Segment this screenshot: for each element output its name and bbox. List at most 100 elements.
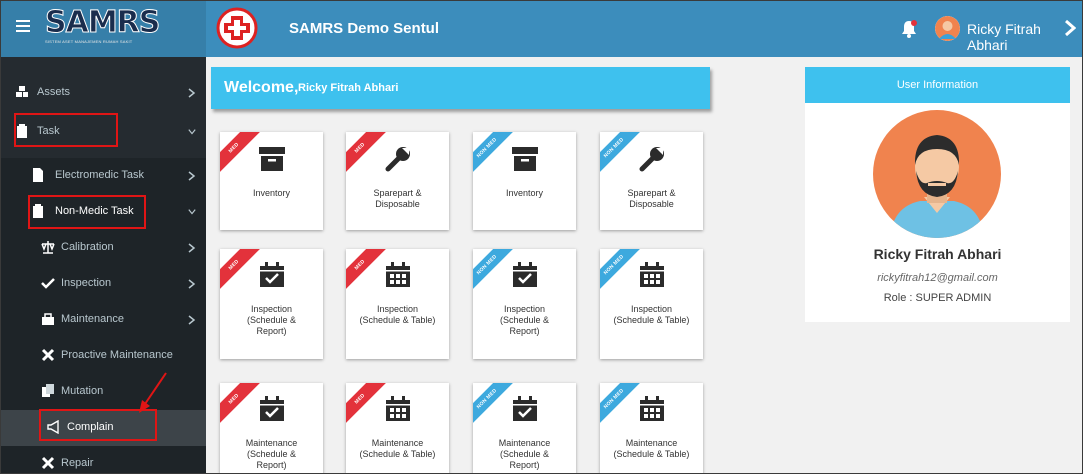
task-tile-label-line: (Schedule & [246, 449, 297, 459]
hamburger-menu-icon[interactable] [16, 20, 30, 34]
task-tile[interactable]: NON MED Maintenance (Schedule & Report) [473, 383, 576, 473]
task-tile-label-line: Inspection [630, 304, 673, 314]
chevron-down-icon [188, 209, 196, 215]
task-tile-label: Sparepart & Disposable [602, 188, 701, 210]
task-tile[interactable]: MED Inspection (Schedule & Table) [346, 249, 449, 359]
file-icon [33, 168, 43, 182]
sidebar: Assets Task Electromedic Task Non-Medic … [1, 57, 206, 473]
task-tile-label-line: (Schedule & Table) [359, 315, 436, 325]
user-avatar-icon [873, 110, 1001, 238]
task-tile-label-line: (Schedule & Table) [359, 449, 436, 459]
chevron-right-icon[interactable] [1064, 19, 1076, 37]
calendar-check-icon [511, 261, 539, 289]
task-tile-label-line: (Schedule & Table) [613, 449, 690, 459]
task-tile[interactable]: NON MED Inspection (Schedule & Report) [473, 249, 576, 359]
top-navbar: SAMRS SISTEM ASET MANAJEMEN RUMAH SAKIT … [1, 1, 1082, 57]
sidebar-item-mutation[interactable]: Mutation [1, 374, 206, 410]
user-email: rickyfitrah12@gmail.com [877, 272, 998, 284]
chevron-right-icon [188, 279, 196, 289]
task-tile[interactable]: MED Inventory [220, 132, 323, 230]
copy-icon [42, 384, 54, 397]
sidebar-item-label: Proactive Maintenance [61, 349, 173, 361]
task-tile-label: Maintenance (Schedule & Report) [475, 438, 574, 471]
chevron-down-icon [188, 129, 196, 135]
task-tile-label-line: Inspection [250, 304, 293, 314]
hospital-logo-icon [216, 7, 258, 49]
sidebar-item-label: Mutation [61, 385, 104, 397]
task-tile-label-line: Report) [509, 460, 540, 470]
task-tile-label-line: Report) [256, 326, 287, 336]
samrs-logo[interactable]: SAMRS [44, 7, 160, 38]
app-title: SAMRS Demo Sentul [289, 20, 440, 37]
task-tile-label-line: Inventory [505, 188, 544, 198]
sidebar-item-assets[interactable]: Assets [1, 75, 206, 111]
sidebar-item-inspection[interactable]: Inspection [1, 266, 206, 302]
task-tile-label-line: Report) [256, 460, 287, 470]
highlight-task [14, 113, 118, 147]
task-tile-label-line: Report) [509, 326, 540, 336]
toolbox-icon [42, 313, 54, 325]
task-tile-label-line: (Schedule & [499, 449, 550, 459]
task-tile-label-line: Disposable [375, 199, 420, 209]
task-tile[interactable]: NON MED Sparepart & Disposable [600, 132, 703, 230]
brand-area: SAMRS SISTEM ASET MANAJEMEN RUMAH SAKIT [1, 1, 206, 57]
chevron-right-icon [188, 88, 196, 98]
highlight-complain [39, 409, 157, 441]
wrench-icon [384, 145, 412, 173]
wrench-icon [638, 145, 666, 173]
archive-box-icon [511, 145, 539, 173]
notification-bell-icon[interactable] [898, 18, 920, 40]
task-tile-label: Inspection (Schedule & Table) [348, 304, 447, 326]
task-tile-label-line: Maintenance [371, 438, 424, 448]
welcome-banner: Welcome, Ricky Fitrah Abhari [211, 67, 710, 109]
tools-icon [41, 348, 55, 362]
highlight-non-medic-task [28, 195, 146, 229]
tools-icon [41, 456, 55, 470]
calendar-check-icon [258, 395, 286, 423]
task-tile[interactable]: MED Sparepart & Disposable [346, 132, 449, 230]
task-tile-label-line: Inspection [503, 304, 546, 314]
sidebar-item-proactive-maintenance[interactable]: Proactive Maintenance [1, 338, 206, 374]
sidebar-item-label: Calibration [61, 241, 114, 253]
calendar-table-icon [384, 261, 412, 289]
task-tile-label-line: (Schedule & [499, 315, 550, 325]
sidebar-item-repair[interactable]: Repair [1, 446, 206, 473]
task-tile-label-line: (Schedule & [246, 315, 297, 325]
task-tile-label: Maintenance (Schedule & Table) [602, 438, 701, 460]
app-window: SAMRS SISTEM ASET MANAJEMEN RUMAH SAKIT … [0, 0, 1083, 474]
sidebar-item-calibration[interactable]: Calibration [1, 230, 206, 266]
user-role: Role : SUPER ADMIN [883, 292, 992, 304]
task-tile[interactable]: NON MED Maintenance (Schedule & Table) [600, 383, 703, 473]
task-tile[interactable]: MED Maintenance (Schedule & Table) [346, 383, 449, 473]
user-info-card: User Information Ricky Fitrah Abhari ric… [805, 67, 1070, 322]
calendar-check-icon [511, 395, 539, 423]
chevron-right-icon [188, 171, 196, 181]
task-tile-label-line: Maintenance [498, 438, 551, 448]
sidebar-item-label: Repair [61, 457, 94, 469]
task-tile[interactable]: NON MED Inventory [473, 132, 576, 230]
task-tile-label: Sparepart & Disposable [348, 188, 447, 210]
task-tile-label-line: Inspection [376, 304, 419, 314]
sidebar-item-electromedic-task[interactable]: Electromedic Task [1, 158, 206, 194]
user-avatar-small[interactable] [935, 16, 960, 41]
balance-scale-icon [41, 241, 55, 254]
task-tile-label: Maintenance (Schedule & Table) [348, 438, 447, 460]
cubes-icon [16, 86, 28, 97]
sidebar-item-maintenance[interactable]: Maintenance [1, 302, 206, 338]
sidebar-item-label: Assets [37, 86, 71, 98]
user-avatar-icon [935, 16, 960, 41]
task-tile[interactable]: MED Inspection (Schedule & Report) [220, 249, 323, 359]
user-info-header: User Information [805, 67, 1070, 103]
task-tile-label-line: Maintenance [245, 438, 298, 448]
task-tile-label: Inspection (Schedule & Table) [602, 304, 701, 326]
check-icon [41, 278, 55, 289]
logo-tagline: SISTEM ASET MANAJEMEN RUMAH SAKIT [45, 39, 133, 44]
chevron-right-icon [188, 243, 196, 253]
task-tile-label-line: Maintenance [625, 438, 678, 448]
task-tile[interactable]: MED Maintenance (Schedule & Report) [220, 383, 323, 473]
welcome-user-name: Ricky Fitrah Abhari [298, 82, 399, 94]
sidebar-item-label: Electromedic Task [55, 169, 145, 181]
task-tile[interactable]: NON MED Inspection (Schedule & Table) [600, 249, 703, 359]
task-tile-label-line: Disposable [629, 199, 674, 209]
chevron-right-icon [188, 315, 196, 325]
